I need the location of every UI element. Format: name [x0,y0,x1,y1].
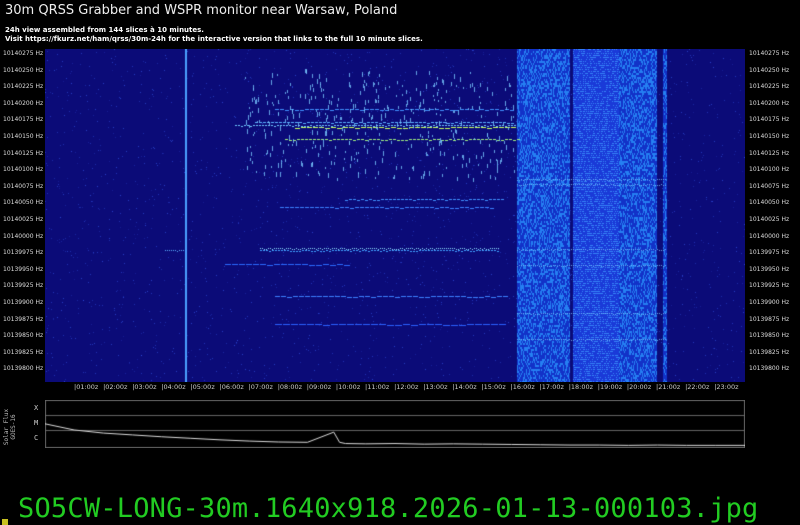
freq-label: 10140075 Hz [749,182,790,190]
freq-label: 10139825 Hz [3,348,44,356]
freq-label: 10140200 Hz [3,99,44,107]
freq-label: 10140250 Hz [3,66,44,74]
freq-label: 10139900 Hz [749,299,790,306]
freq-label: 10140125 Hz [749,149,790,157]
time-label: |02:00z [103,383,128,391]
freq-label: 10140275 Hz [749,50,790,57]
level-c: C [34,434,39,442]
subtitle-info: 24h view assembled from 144 slices à 10 … [5,26,204,34]
freq-label: 10139950 Hz [3,265,44,273]
freq-label: 10139825 Hz [749,348,790,356]
freq-label: 10140100 Hz [749,166,790,174]
freq-label: 10139875 Hz [3,315,44,323]
freq-label: 10140150 Hz [749,133,790,140]
level-m: M [34,419,39,427]
level-x: X [34,404,39,412]
time-label: |04:00z [161,383,186,391]
freq-label: 10140050 Hz [3,199,44,207]
time-label: |09:00z [306,383,332,391]
freq-label: 10139875 Hz [749,315,790,323]
solar-flux-source: GOES-16 [10,414,18,440]
filename-caption: SO5CW-LONG-30m.1640x918.2026-01-13-00010… [18,493,759,524]
time-label: |18:00z [568,383,594,391]
freq-label: 10140100 Hz [3,166,44,174]
freq-label: 10139800 Hz [3,365,44,373]
time-label: |06:00z [219,383,244,391]
freq-label: 10140200 Hz [749,99,790,107]
time-label: |08:00z [277,383,303,391]
freq-label: 10140250 Hz [749,66,790,74]
freq-label: 10140175 Hz [749,116,790,124]
solar-flux-label: Solar Flux [3,408,11,446]
freq-label: 10140050 Hz [749,199,790,207]
freq-label: 10139800 Hz [749,365,790,373]
time-label: |12:00z [394,383,419,391]
freq-label: 10139925 Hz [749,282,790,290]
time-label: |05:00z [190,383,215,391]
time-label: |14:00z [452,383,477,391]
page-title: 30m QRSS Grabber and WSPR monitor near W… [5,3,398,18]
time-label: |23:00z [714,383,739,391]
time-label: |03:00z [132,383,157,391]
time-label: |01:00z [74,383,99,391]
time-label: |20:00z [626,383,652,391]
time-label: |07:00z [248,383,273,391]
freq-label: 10140275 Hz [3,50,44,57]
time-label: |22:00z [685,383,710,391]
solar-flux-title: Solar Flux GOES-16 [3,409,17,445]
spectrogram [45,49,745,382]
freq-label: 10140000 Hz [3,232,44,240]
time-label: |13:00z [423,383,448,391]
time-label: |15:00z [481,383,506,391]
freq-label: 10139975 Hz [3,249,44,257]
time-label: |21:00z [656,383,681,391]
freq-label: 10140150 Hz [3,133,44,140]
time-label: |16:00z [510,383,535,391]
freq-label: 10140000 Hz [749,232,790,240]
freq-label: 10140225 Hz [749,83,790,91]
subtitle-link: Visit https://fkurz.net/ham/qrss/30m-24h… [5,35,423,43]
time-label: |19:00z [597,383,623,391]
time-label: |10:00z [335,383,361,391]
freq-label: 10139850 Hz [3,332,44,340]
freq-label: 10139950 Hz [749,265,790,273]
freq-label: 10140225 Hz [3,83,44,91]
time-label: |11:00z [365,383,390,391]
freq-label: 10140025 Hz [749,216,790,223]
time-label: |17:00z [539,383,564,391]
corner-marker [2,519,8,525]
freq-label: 10140125 Hz [3,149,44,157]
freq-label: 10140025 Hz [3,216,44,223]
solar-flux-chart [45,400,745,448]
freq-label: 10140175 Hz [3,116,44,124]
freq-label: 10139900 Hz [3,299,44,306]
freq-label: 10139925 Hz [3,282,44,290]
freq-label: 10139975 Hz [749,249,790,257]
freq-label: 10139850 Hz [749,332,790,340]
freq-label: 10140075 Hz [3,182,44,190]
